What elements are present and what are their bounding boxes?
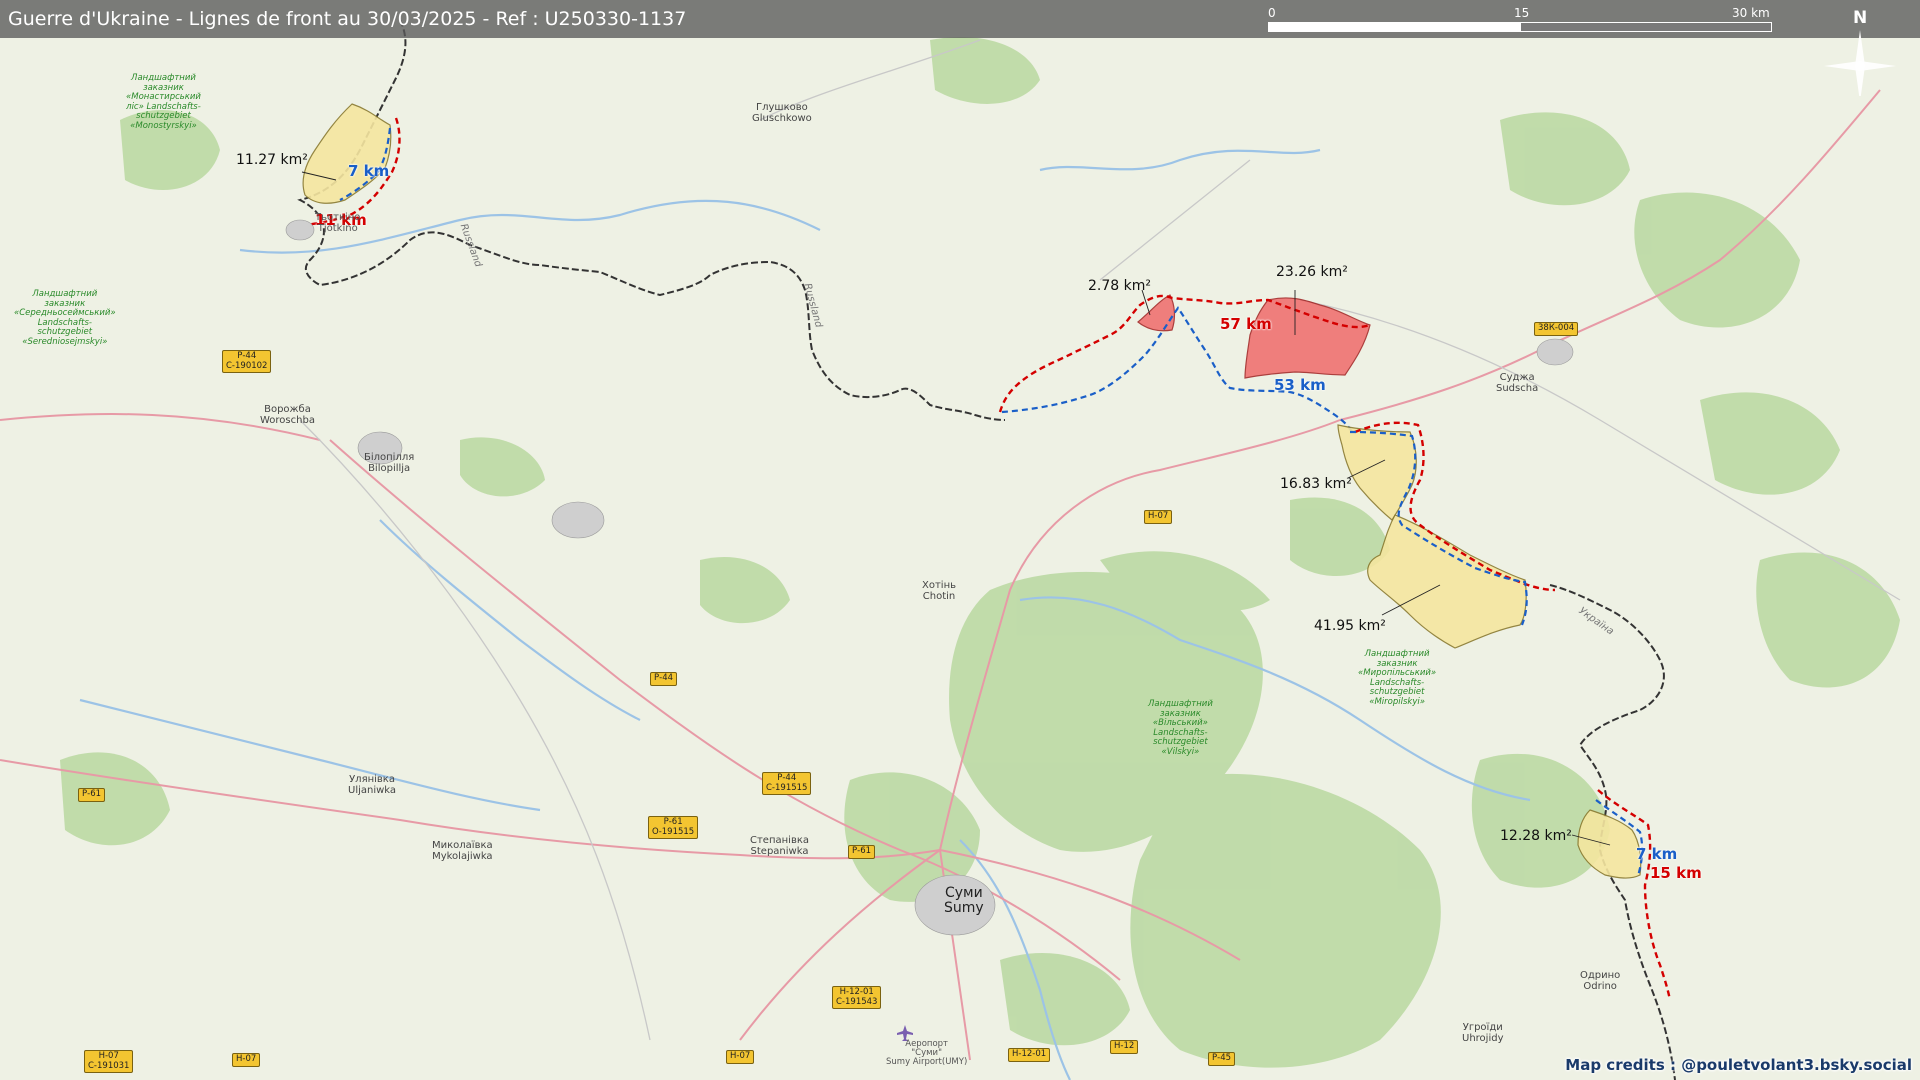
town-chotin: Хотінь Chotin bbox=[922, 580, 957, 602]
scale-segment-first bbox=[1268, 22, 1520, 32]
scale-tick-15: 15 bbox=[1514, 6, 1530, 20]
town-bilopillja: Білопілля Bilopillja bbox=[364, 452, 415, 474]
scale-segment-second bbox=[1520, 22, 1772, 32]
road-shield-h1201-c191543: Н-12-01 С-191543 bbox=[832, 986, 882, 1009]
reserve-miropilskyi: Ландшафтний заказник «Миропільський» Lan… bbox=[1358, 649, 1437, 707]
road-shield-h07-south: Н-07 bbox=[232, 1053, 261, 1067]
zone-big-red-area-label: 23.26 km² bbox=[1276, 264, 1348, 280]
town-gluschkowo: Глушково Gluschkowo bbox=[752, 102, 812, 124]
zone-nw-blue-length: 7 km bbox=[348, 162, 390, 180]
compass-north-label: N bbox=[1853, 8, 1868, 28]
road-shield-p45: Р-45 bbox=[1208, 1052, 1236, 1066]
road-shield-h07-southeast: Н-07 bbox=[726, 1050, 755, 1064]
road-shield-p61-east: Р-61 bbox=[848, 845, 876, 859]
compass-rose-icon: N bbox=[1820, 6, 1900, 102]
town-sudscha: Суджа Sudscha bbox=[1496, 372, 1539, 394]
road-shield-h07-north: Н-07 bbox=[1144, 510, 1173, 524]
town-uljaniwka: Улянівка Uljaniwka bbox=[348, 774, 397, 796]
scale-tick-30: 30 km bbox=[1732, 6, 1770, 20]
road-shield-p61-west: Р-61 bbox=[78, 788, 106, 802]
scale-bar: 0 15 30 km bbox=[1268, 4, 1772, 34]
road-shield-h1201: Н-12-01 bbox=[1008, 1048, 1051, 1062]
town-odrino: Одрино Odrino bbox=[1580, 970, 1621, 992]
zone-small-red-area-label: 2.78 km² bbox=[1088, 278, 1151, 294]
zone-se-blue-length: 7 km bbox=[1636, 845, 1678, 863]
town-mykolajiwka: Миколаївка Mykolajiwka bbox=[432, 840, 493, 862]
scale-tick-0: 0 bbox=[1268, 6, 1276, 20]
map-credits: Map credits : @pouletvolant3.bsky.social bbox=[1565, 1056, 1912, 1074]
reserve-seredniosejmskyi: Ландшафтний заказник «Середньосеймський»… bbox=[14, 289, 116, 347]
zone-large-yellow-area-label: 41.95 km² bbox=[1314, 618, 1386, 634]
road-shield-h07-c191031: Н-07 С-191031 bbox=[84, 1050, 134, 1073]
town-tjotkino: Тьоткіно Tjotkino bbox=[315, 212, 361, 234]
airport-label: Аеропорт "Суми" Sumy Airport(UMY) bbox=[886, 1039, 968, 1067]
town-sumy: Суми Sumy bbox=[944, 885, 984, 916]
town-uhrojidy: Угроїди Uhrojidy bbox=[1462, 1022, 1504, 1044]
zone-se-area-label: 12.28 km² bbox=[1500, 828, 1572, 844]
road-shield-p44-c191515: Р-44 С-191515 bbox=[762, 772, 812, 795]
town-stepaniwka: Степанівка Stepaniwka bbox=[750, 835, 810, 857]
road-shield-p44: Р-44 bbox=[650, 672, 678, 686]
zone-nw-area-label: 11.27 km² bbox=[236, 152, 308, 168]
road-shield-38k004: 38К-004 bbox=[1534, 322, 1579, 336]
zone-big-red-blue-length: 53 km bbox=[1274, 376, 1326, 394]
road-shield-p61-o191515: Р-61 О-191515 bbox=[648, 816, 699, 839]
map-stage: Guerre d'Ukraine - Lignes de front au 30… bbox=[0, 0, 1920, 1080]
reserve-vilskyi: Ландшафтний заказник «Вільський» Landsch… bbox=[1148, 699, 1213, 757]
road-shield-h12: Н-12 bbox=[1110, 1040, 1139, 1054]
reserve-monostyrskyi: Ландшафтний заказник «Монастирський ліс»… bbox=[126, 73, 201, 131]
zone-big-red-red-length: 57 km bbox=[1220, 315, 1272, 333]
map-title: Guerre d'Ukraine - Lignes de front au 30… bbox=[8, 8, 687, 30]
town-woroschba: Ворожба Woroschba bbox=[260, 404, 315, 426]
zone-mid-yellow-area-label: 16.83 km² bbox=[1280, 476, 1352, 492]
zone-se-red-length: 15 km bbox=[1650, 864, 1702, 882]
road-shield-p44-c190102: Р-44 С-190102 bbox=[222, 350, 272, 373]
